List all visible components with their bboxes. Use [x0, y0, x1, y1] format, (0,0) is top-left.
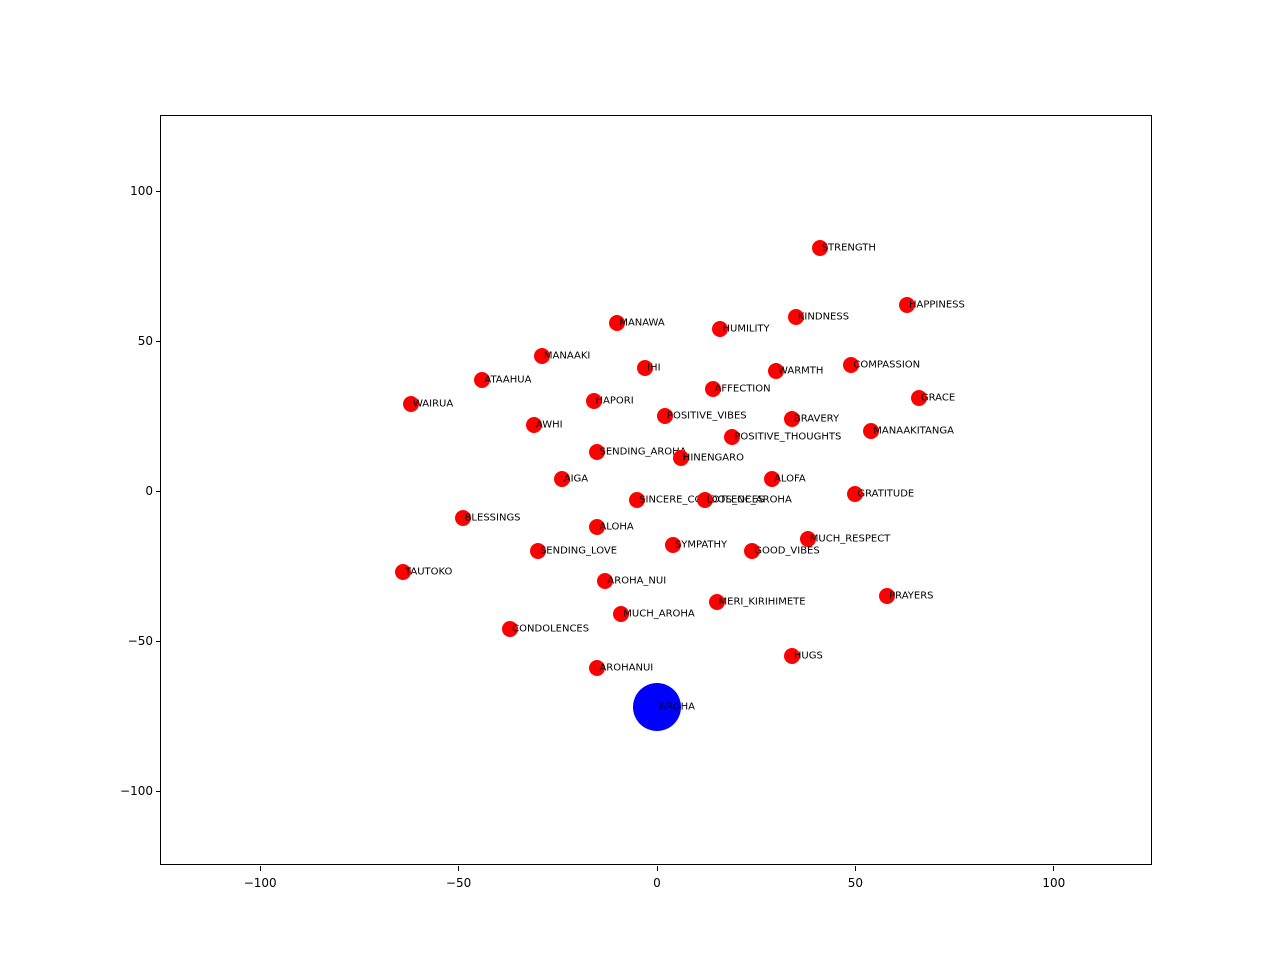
- scatter-point: [709, 594, 725, 610]
- scatter-point-label: LOTS_OF_AROHA: [707, 495, 792, 506]
- scatter-point: [613, 606, 629, 622]
- scatter-point-label: MANAAKI: [544, 351, 590, 362]
- scatter-point: [455, 510, 471, 526]
- x-tick-label: 100: [1042, 876, 1065, 890]
- scatter-point: [764, 471, 780, 487]
- scatter-point-label: POSITIVE_THOUGHTS: [734, 432, 841, 443]
- scatter-point: [744, 543, 760, 559]
- scatter-point-label: COMPASSION: [853, 360, 920, 371]
- x-tick-label: 0: [653, 876, 661, 890]
- scatter-point-label: WAIRUA: [413, 399, 453, 410]
- scatter-point: [530, 543, 546, 559]
- scatter-point: [899, 297, 915, 313]
- x-tick-label: −50: [446, 876, 471, 890]
- scatter-point-label: ATAAHUA: [484, 375, 531, 386]
- x-tick-label: 50: [848, 876, 863, 890]
- scatter-point: [589, 444, 605, 460]
- scatter-point: [526, 417, 542, 433]
- scatter-point: [657, 408, 673, 424]
- scatter-point: [502, 621, 518, 637]
- scatter-point: [812, 240, 828, 256]
- scatter-point: [403, 396, 419, 412]
- scatter-point-label: GOOD_VIBES: [754, 546, 820, 557]
- y-tick-label: 0: [145, 484, 161, 498]
- scatter-point: [609, 315, 625, 331]
- scatter-point: [637, 360, 653, 376]
- scatter-point: [712, 321, 728, 337]
- scatter-point-label: AROHA_NUI: [607, 576, 666, 587]
- x-tick-label: −100: [244, 876, 277, 890]
- scatter-point: [589, 519, 605, 535]
- y-tick-label: −100: [120, 784, 161, 798]
- scatter-point: [474, 372, 490, 388]
- y-tick-label: 100: [130, 184, 161, 198]
- x-tick: [1053, 866, 1054, 871]
- scatter-point: [554, 471, 570, 487]
- scatter-point-label: SENDING_LOVE: [540, 546, 617, 557]
- scatter-point-label: CONDOLENCES: [512, 624, 589, 635]
- scatter-point-label: MANAAKITANGA: [873, 426, 954, 437]
- scatter-point: [863, 423, 879, 439]
- scatter-point: [534, 348, 550, 364]
- scatter-point: [768, 363, 784, 379]
- scatter-point-label: AROHANUI: [599, 663, 653, 674]
- scatter-point-label: STRENGTH: [822, 243, 876, 254]
- scatter-point: [697, 492, 713, 508]
- scatter-point: [784, 648, 800, 664]
- scatter-point-label: MUCH_AROHA: [623, 609, 694, 620]
- scatter-point-label: POSITIVE_VIBES: [667, 411, 747, 422]
- scatter-point: [784, 411, 800, 427]
- scatter-point-label: KINDNESS: [798, 312, 849, 323]
- scatter-point: [597, 573, 613, 589]
- scatter-point-label: MERI_KIRIHIMETE: [719, 597, 806, 608]
- scatter-point-label: HINENGARO: [683, 453, 744, 464]
- scatter-point-label: AFFECTION: [715, 384, 771, 395]
- scatter-point: [911, 390, 927, 406]
- scatter-point: [629, 492, 645, 508]
- scatter-point-label: GRATITUDE: [857, 489, 914, 500]
- scatter-point: [788, 309, 804, 325]
- scatter-point-label: HUMILITY: [722, 324, 769, 335]
- scatter-point-label: MANAWA: [619, 318, 664, 329]
- y-tick-label: 50: [138, 334, 161, 348]
- scatter-point-label: WARMTH: [778, 366, 823, 377]
- scatter-point: [847, 486, 863, 502]
- x-tick: [657, 866, 658, 871]
- scatter-point: [395, 564, 411, 580]
- scatter-axes: −100−50050100−100−50050100STRENGTHHAPPIN…: [160, 115, 1152, 865]
- x-tick: [260, 866, 261, 871]
- scatter-point-label: TAUTOKO: [405, 567, 452, 578]
- scatter-point-label: MUCH_RESPECT: [810, 534, 891, 545]
- scatter-point-label: HAPPINESS: [909, 300, 965, 311]
- scatter-point-label: BRAVERY: [794, 414, 839, 425]
- scatter-point: [665, 537, 681, 553]
- figure: −100 −50 0 50 100 −100 −50 0 50 100 STRENGTH HAPPIN…: [0, 0, 1280, 960]
- y-tick-label: −50: [128, 634, 161, 648]
- scatter-point-label: BLESSINGS: [465, 513, 521, 524]
- scatter-point: [879, 588, 895, 604]
- scatter-point-label: PRAYERS: [889, 591, 933, 602]
- scatter-point: [724, 429, 740, 445]
- scatter-point: [586, 393, 602, 409]
- x-tick: [458, 866, 459, 871]
- scatter-point: [800, 531, 816, 547]
- scatter-point: [633, 683, 681, 731]
- scatter-point: [673, 450, 689, 466]
- scatter-point: [589, 660, 605, 676]
- scatter-point-label: SYMPATHY: [675, 540, 727, 551]
- scatter-point: [705, 381, 721, 397]
- scatter-point: [843, 357, 859, 373]
- x-tick: [855, 866, 856, 871]
